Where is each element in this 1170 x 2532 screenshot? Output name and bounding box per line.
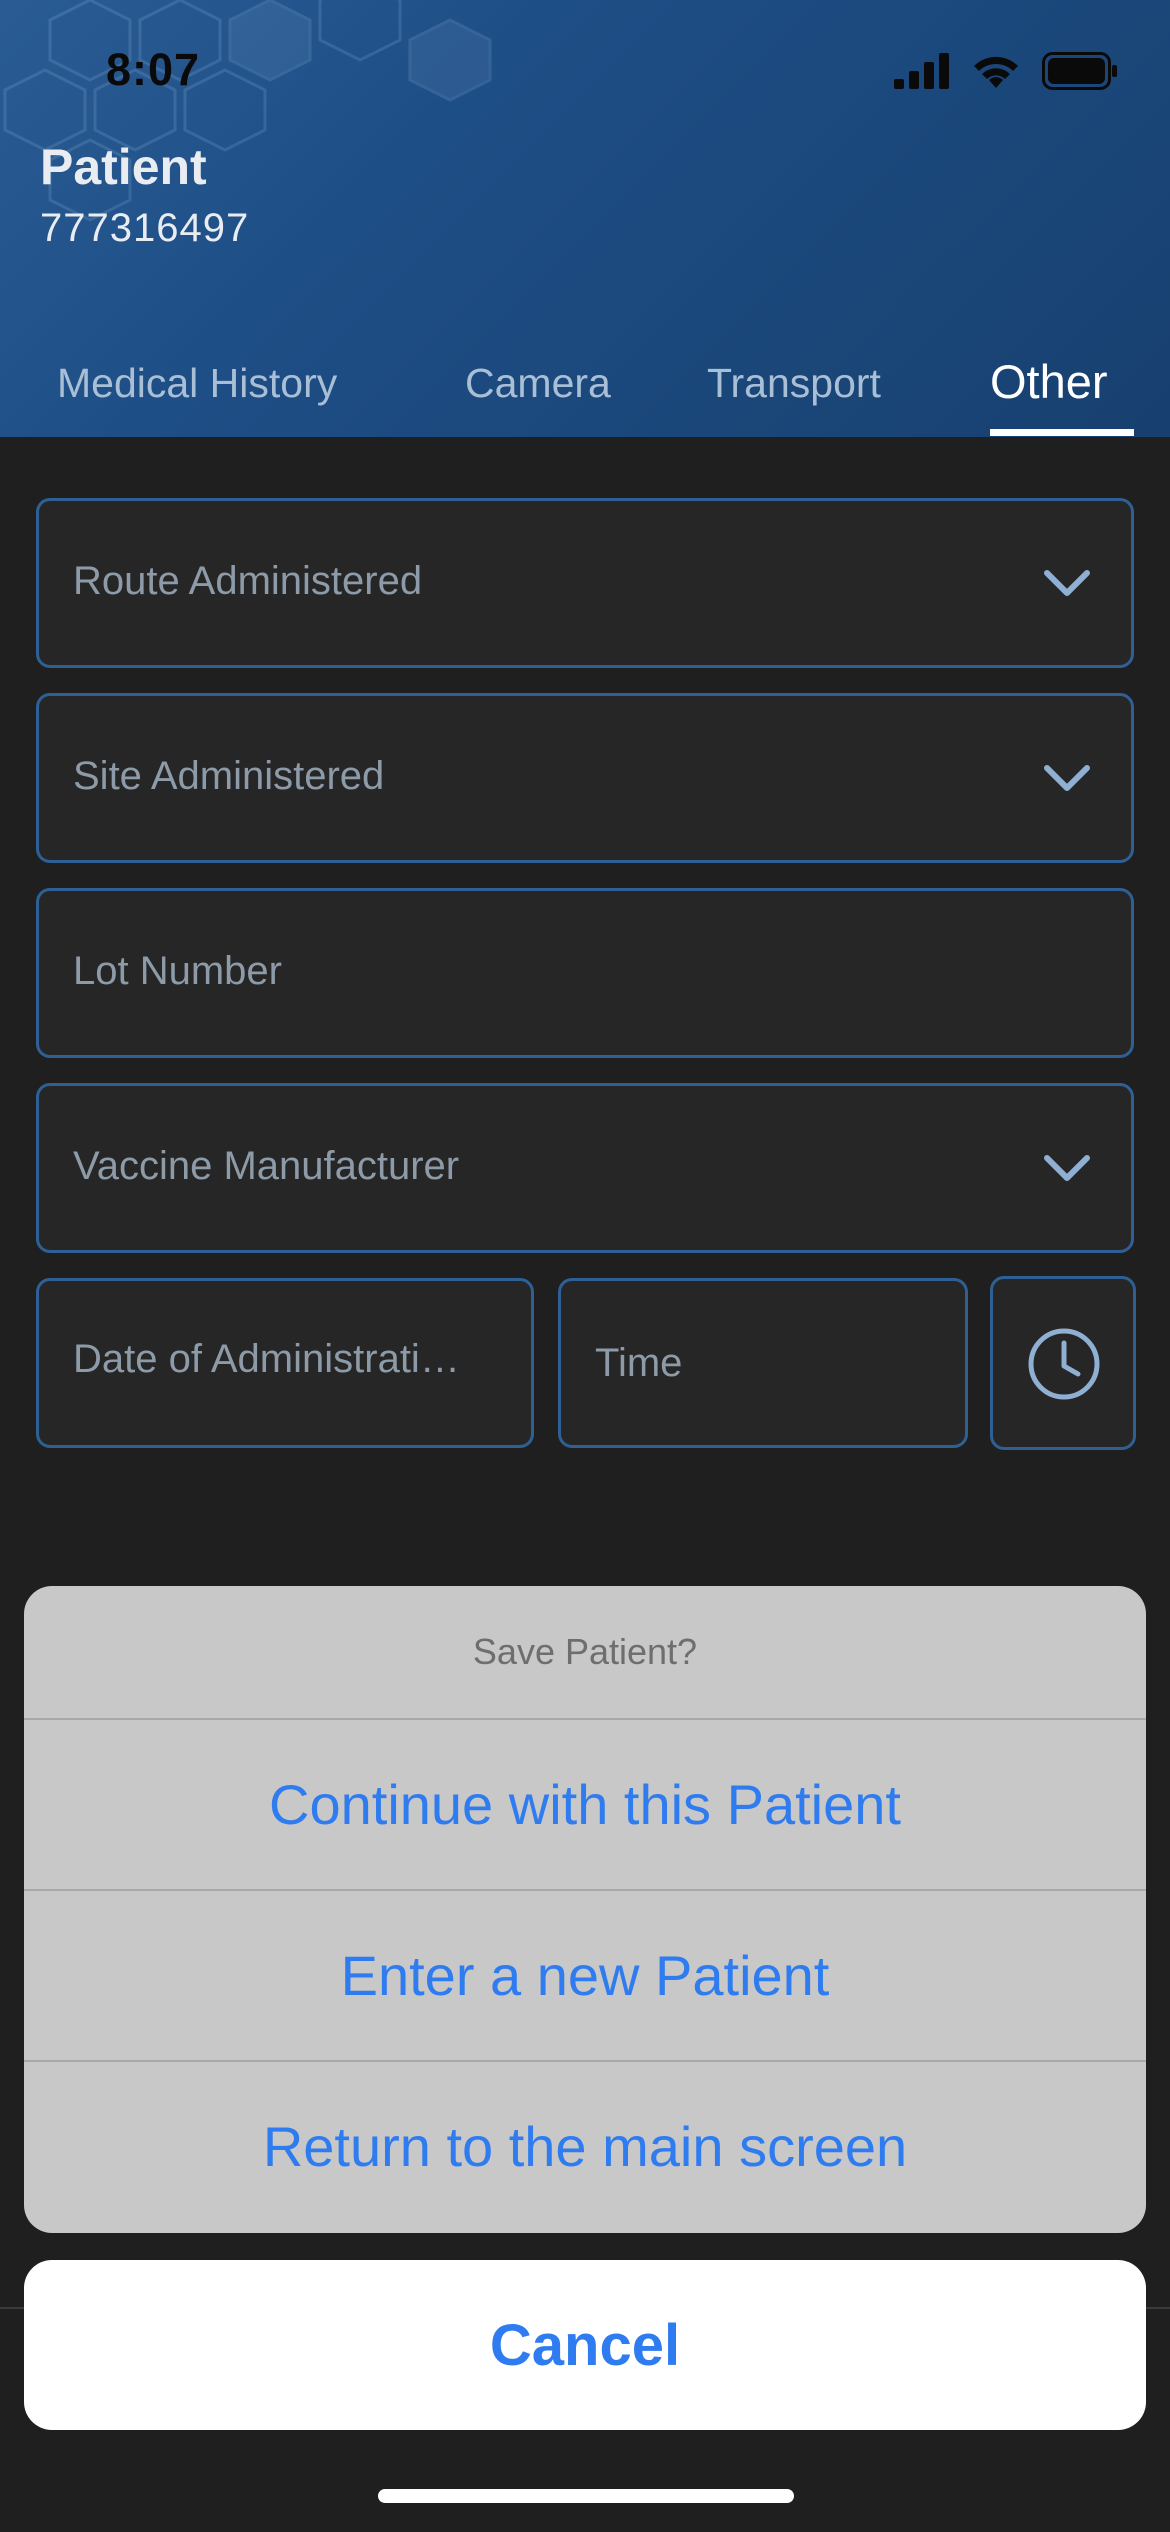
chevron-down-icon xyxy=(1044,765,1090,791)
vaccine-manufacturer-select[interactable]: Vaccine Manufacturer xyxy=(36,1083,1134,1253)
signal-icon xyxy=(894,53,949,89)
battery-icon xyxy=(1042,52,1117,90)
wifi-icon xyxy=(974,56,1018,88)
clock-icon xyxy=(1028,1328,1100,1400)
action-sheet-title: Save Patient? xyxy=(472,1631,698,1672)
lot-number-input[interactable]: Lot Number xyxy=(36,888,1134,1058)
chevron-down-icon xyxy=(1044,570,1090,596)
tab-camera[interactable]: Camera xyxy=(465,360,611,407)
continue-patient-button[interactable]: Continue with this Patient xyxy=(24,1718,1146,1889)
active-tab-indicator xyxy=(990,429,1134,436)
page-title: Patient xyxy=(40,139,207,195)
time-input[interactable]: Time xyxy=(558,1278,968,1448)
tab-transport[interactable]: Transport xyxy=(707,360,881,407)
tab-other[interactable]: Other xyxy=(990,354,1108,409)
status-icons xyxy=(894,52,1118,90)
home-indicator xyxy=(378,2489,794,2503)
time-placeholder: Time xyxy=(595,1341,683,1385)
chevron-down-icon xyxy=(1044,1155,1090,1181)
save-patient-action-sheet: Save Patient? Continue with this Patient… xyxy=(24,1586,1146,2233)
lot-number-placeholder: Lot Number xyxy=(73,949,282,993)
tab-bar: Medical History Camera Transport Other xyxy=(0,355,1170,437)
status-time: 8:07 xyxy=(106,44,201,95)
site-administered-select[interactable]: Site Administered xyxy=(36,693,1134,863)
tab-medical-history[interactable]: Medical History xyxy=(57,360,337,407)
cancel-button[interactable]: Cancel xyxy=(24,2260,1146,2430)
app-header: 8:07 Patient 777316497 Medical History C… xyxy=(0,0,1170,437)
site-administered-placeholder: Site Administered xyxy=(73,754,385,798)
date-of-administration-input[interactable]: Date of Administrati… xyxy=(36,1278,534,1448)
vaccine-manufacturer-placeholder: Vaccine Manufacturer xyxy=(73,1144,460,1188)
new-patient-button[interactable]: Enter a new Patient xyxy=(24,1889,1146,2060)
date-of-administration-placeholder: Date of Administrati… xyxy=(73,1337,460,1381)
return-main-screen-button[interactable]: Return to the main screen xyxy=(24,2060,1146,2231)
time-picker-button[interactable] xyxy=(990,1276,1136,1450)
route-administered-select[interactable]: Route Administered xyxy=(36,498,1134,668)
route-administered-placeholder: Route Administered xyxy=(73,559,423,603)
patient-id: 777316497 xyxy=(40,206,250,250)
